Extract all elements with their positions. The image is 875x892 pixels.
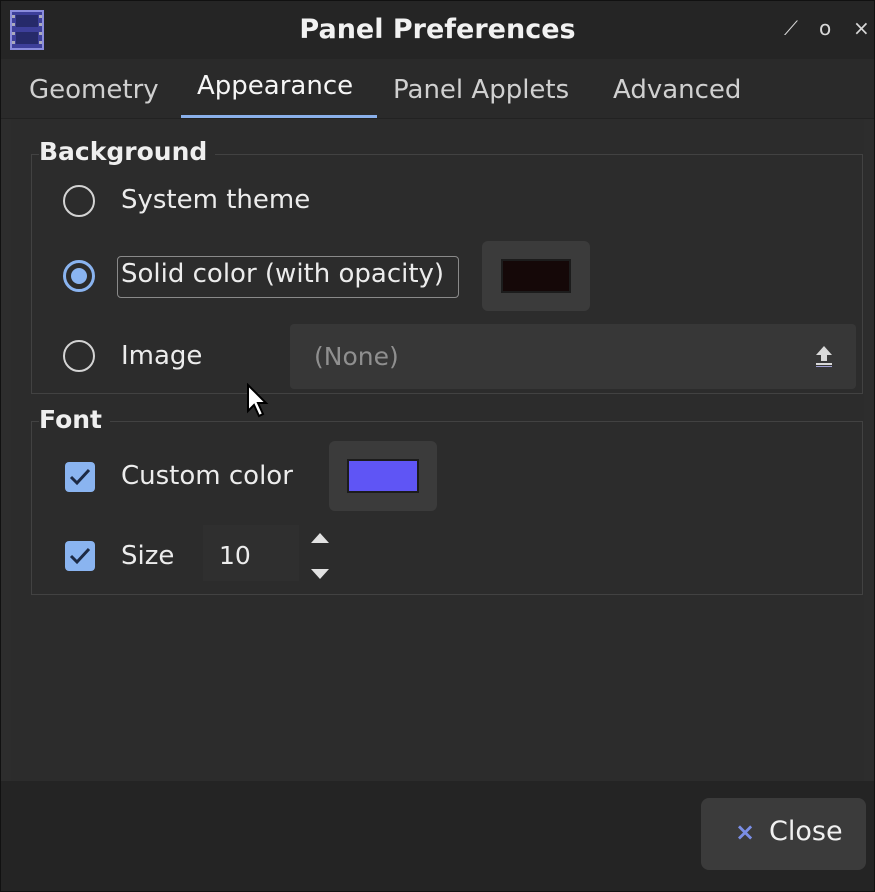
- font-color-button[interactable]: [329, 441, 437, 511]
- close-window-icon[interactable]: ×: [853, 15, 870, 41]
- appearance-page: Background System theme Solid color (wit…: [11, 119, 864, 781]
- title-bar[interactable]: Panel Preferences ⟋ o ×: [1, 1, 874, 59]
- preferences-window: Panel Preferences ⟋ o × Geometry Appeara…: [0, 0, 875, 892]
- image-label[interactable]: Image: [121, 341, 202, 371]
- close-button[interactable]: × Close: [701, 798, 866, 870]
- dialog-action-area: × Close: [1, 781, 874, 891]
- system-theme-radio[interactable]: [63, 185, 95, 217]
- checkmark-icon: [69, 468, 91, 486]
- custom-color-label[interactable]: Custom color: [121, 461, 293, 491]
- close-button-label: Close: [769, 816, 843, 847]
- custom-color-checkbox[interactable]: [65, 462, 95, 492]
- image-radio[interactable]: [63, 340, 95, 372]
- spin-up-icon[interactable]: [311, 533, 329, 543]
- size-spinbutton[interactable]: 10: [203, 525, 299, 581]
- window-title: Panel Preferences: [299, 14, 576, 45]
- image-placeholder: (None): [314, 342, 399, 371]
- tab-geometry[interactable]: Geometry: [29, 75, 159, 105]
- tab-bar: Geometry Appearance Panel Applets Advanc…: [1, 59, 874, 119]
- system-theme-label[interactable]: System theme: [121, 185, 310, 215]
- upload-icon[interactable]: [812, 344, 836, 368]
- size-label: Size: [121, 541, 175, 571]
- tab-appearance[interactable]: Appearance: [197, 71, 353, 101]
- spin-down-icon[interactable]: [311, 569, 329, 579]
- tab-panel-applets[interactable]: Panel Applets: [393, 75, 569, 105]
- minimize-icon[interactable]: ⟋: [784, 15, 798, 41]
- font-section-title: Font: [39, 405, 110, 434]
- solid-color-label[interactable]: Solid color (with opacity): [121, 259, 444, 289]
- close-icon: ×: [735, 818, 756, 846]
- solid-color-swatch: [501, 259, 571, 293]
- tab-advanced[interactable]: Advanced: [613, 75, 741, 105]
- checkmark-icon: [69, 547, 91, 565]
- mouse-pointer-icon: [247, 383, 269, 418]
- background-section-title: Background: [39, 137, 216, 166]
- size-value[interactable]: 10: [219, 541, 251, 570]
- font-color-swatch: [347, 459, 419, 493]
- maximize-icon[interactable]: o: [819, 15, 831, 41]
- solid-color-radio[interactable]: [63, 260, 95, 292]
- image-file-chooser[interactable]: (None): [290, 324, 856, 389]
- size-checkbox[interactable]: [65, 541, 95, 571]
- solid-color-button[interactable]: [482, 241, 590, 311]
